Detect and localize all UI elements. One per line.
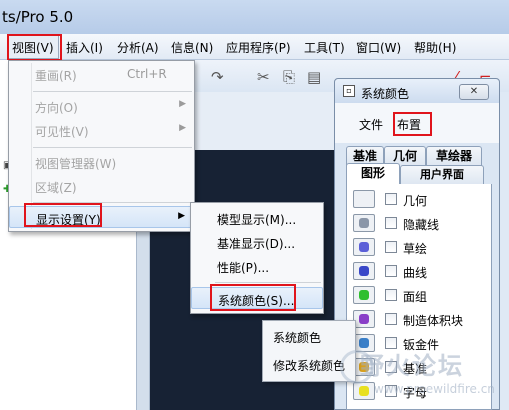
submenu-arrow-icon: ▶ xyxy=(179,123,186,133)
system-colors-popup-menu: 系统颜色 修改系统颜色 xyxy=(262,320,356,382)
color-label: 隐藏线 xyxy=(403,218,440,232)
color-checkbox[interactable] xyxy=(385,217,397,229)
color-checkbox[interactable] xyxy=(385,193,397,205)
menu-item-shortcut: Ctrl+R xyxy=(127,67,167,81)
menu-separator xyxy=(33,147,192,148)
menu-tools[interactable]: 工具(T) xyxy=(304,39,345,56)
color-label: 面组 xyxy=(403,290,428,304)
color-checkbox[interactable] xyxy=(385,337,397,349)
color-row-geometry: 几何 xyxy=(347,188,491,212)
quilt-color-icon xyxy=(359,290,369,300)
highlight-layout-menu xyxy=(393,112,432,136)
menu-item-label: 重画(R) xyxy=(35,69,77,83)
sketch-color-icon xyxy=(359,242,369,252)
menu-item-model-display[interactable]: 模型显示(M)... xyxy=(191,207,323,229)
copy-icon[interactable]: ⎘ xyxy=(283,68,295,86)
menu-item-orientation[interactable]: 方向(O) ▶ xyxy=(9,95,194,117)
color-row-mfg-volume: 制造体积块 xyxy=(347,308,491,332)
color-label: 制造体积块 xyxy=(403,314,464,328)
menu-window[interactable]: 窗口(W) xyxy=(356,39,401,56)
tab-sketcher[interactable]: 草绘器 xyxy=(426,146,482,166)
menu-bar: 视图(V) 插入(I) 分析(A) 信息(N) 应用程序(P) 工具(T) 窗口… xyxy=(0,34,509,60)
color-row-sheetmetal: 钣金件 xyxy=(347,332,491,356)
color-swatch[interactable] xyxy=(353,214,375,232)
menu-separator xyxy=(215,282,321,283)
color-checkbox[interactable] xyxy=(385,241,397,253)
color-swatch[interactable] xyxy=(353,262,375,280)
menu-item-repaint[interactable]: 重画(R) Ctrl+R xyxy=(9,63,194,85)
redo-icon[interactable]: ↷ xyxy=(211,68,224,86)
menu-help[interactable]: 帮助(H) xyxy=(414,39,456,56)
color-row-curve: 曲线 xyxy=(347,260,491,284)
submenu-arrow-icon: ▶ xyxy=(179,99,186,109)
color-swatch[interactable] xyxy=(353,382,375,400)
color-row-letter: 字母 xyxy=(347,380,491,404)
tab-user-interface[interactable]: 用户界面 xyxy=(400,165,484,185)
color-label: 草绘 xyxy=(403,242,428,256)
highlight-menu-view xyxy=(7,34,62,61)
letter-color-icon xyxy=(359,386,369,396)
color-label: 基准 xyxy=(403,362,428,376)
color-swatch[interactable] xyxy=(353,238,375,256)
menu-item-label: 性能(P)... xyxy=(217,261,270,275)
popup-item-modify-system-colors[interactable]: 修改系统颜色 xyxy=(273,357,345,374)
color-row-datum: 基准 xyxy=(347,356,491,380)
tab-graphics[interactable]: 图形 xyxy=(346,163,400,185)
color-checkbox[interactable] xyxy=(385,289,397,301)
color-row-quilt: 面组 xyxy=(347,284,491,308)
color-swatch[interactable] xyxy=(353,334,375,352)
color-swatch[interactable] xyxy=(353,190,375,208)
menu-applications[interactable]: 应用程序(P) xyxy=(226,39,291,56)
menu-item-label: 方向(O) xyxy=(35,101,78,115)
dialog-title: 系统颜色 xyxy=(361,87,410,101)
color-checkbox[interactable] xyxy=(385,313,397,325)
color-swatch[interactable] xyxy=(353,310,375,328)
submenu-arrow-icon: ▶ xyxy=(178,211,185,221)
menu-item-label: 基准显示(D)... xyxy=(217,237,296,251)
title-bar: ts/Pro 5.0 xyxy=(0,0,509,34)
dialog-app-icon: ▫ xyxy=(343,85,355,97)
close-icon[interactable]: ✕ xyxy=(459,84,489,100)
paste-icon[interactable]: ▤ xyxy=(307,68,321,86)
menu-item-zone[interactable]: 区域(Z) xyxy=(9,175,194,197)
hidden-line-icon xyxy=(359,218,369,228)
menu-item-performance[interactable]: 性能(P)... xyxy=(191,255,323,277)
menu-separator xyxy=(33,91,192,92)
datum-color-icon xyxy=(359,362,369,372)
highlight-system-colors xyxy=(210,284,296,311)
cut-icon[interactable]: ✂ xyxy=(257,68,270,86)
color-swatch[interactable] xyxy=(353,358,375,376)
color-label: 字母 xyxy=(403,386,428,400)
color-swatch[interactable] xyxy=(353,286,375,304)
menu-item-label: 模型显示(M)... xyxy=(217,213,297,227)
mfg-volume-color-icon xyxy=(359,314,369,324)
window-title: ts/Pro 5.0 xyxy=(2,8,74,26)
color-list: 几何 隐藏线 草绘 曲线 面组 制造体积块 钣金件 基准 字母 xyxy=(346,184,492,410)
dialog-menu-file[interactable]: 文件 xyxy=(359,116,383,133)
curve-color-icon xyxy=(359,266,369,276)
color-checkbox[interactable] xyxy=(385,265,397,277)
color-row-hidden-line: 隐藏线 xyxy=(347,212,491,236)
menu-insert[interactable]: 插入(I) xyxy=(66,39,103,56)
color-label: 几何 xyxy=(403,194,428,208)
menu-item-visibility[interactable]: 可见性(V) ▶ xyxy=(9,119,194,141)
menu-item-label: 视图管理器(W) xyxy=(35,157,117,171)
sheetmetal-color-icon xyxy=(359,338,369,348)
color-row-sketch: 草绘 xyxy=(347,236,491,260)
menu-item-datum-display[interactable]: 基准显示(D)... xyxy=(191,231,323,253)
color-checkbox[interactable] xyxy=(385,385,397,397)
menu-analysis[interactable]: 分析(A) xyxy=(117,39,159,56)
menu-info[interactable]: 信息(N) xyxy=(171,39,213,56)
highlight-display-settings xyxy=(24,203,102,227)
color-checkbox[interactable] xyxy=(385,361,397,373)
color-label: 钣金件 xyxy=(403,338,440,352)
color-label: 曲线 xyxy=(403,266,428,280)
dialog-title-bar[interactable]: ▫ 系统颜色 ✕ xyxy=(335,79,499,103)
popup-item-system-colors[interactable]: 系统颜色 xyxy=(273,329,321,346)
menu-item-label: 区域(Z) xyxy=(35,181,77,195)
menu-item-label: 可见性(V) xyxy=(35,125,89,139)
menu-item-view-manager[interactable]: 视图管理器(W) xyxy=(9,151,194,173)
